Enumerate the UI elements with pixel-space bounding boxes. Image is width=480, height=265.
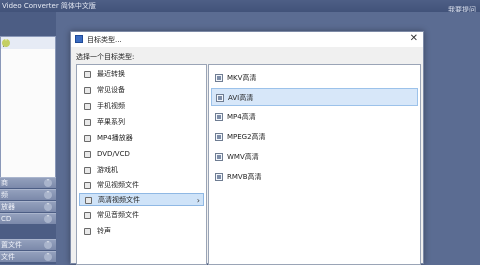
- format-item[interactable]: WMV高清: [211, 148, 418, 166]
- category-item[interactable]: 手机视频: [79, 100, 204, 113]
- video-format-icon: [215, 74, 223, 82]
- dialog-title-bar: 目标类型... ✕: [71, 32, 423, 47]
- video-format-icon: [215, 153, 223, 161]
- format-item-selected[interactable]: AVI高清: [211, 88, 418, 106]
- format-item[interactable]: RMVB高清: [211, 168, 418, 186]
- chevron-down-icon: ˅: [44, 191, 52, 199]
- sidebar-group[interactable]: 放器 ˅: [0, 201, 56, 212]
- video-format-icon: [215, 173, 223, 181]
- category-list[interactable]: 最近转换 常见设备 手机视频 苹果系列 MP4播放器 DVD/VCD 游戏机 常…: [76, 64, 207, 265]
- category-item[interactable]: 常见设备: [79, 84, 204, 97]
- format-item[interactable]: MP4高清: [211, 108, 418, 126]
- app-background-strip: [420, 12, 480, 264]
- chevron-down-icon: ˅: [44, 203, 52, 211]
- device-icon: [84, 87, 91, 94]
- close-icon[interactable]: ✕: [410, 33, 418, 45]
- hd-video-icon: [85, 197, 92, 204]
- chevron-down-icon: ˅: [44, 241, 52, 249]
- category-item[interactable]: 常见音频文件: [79, 209, 204, 222]
- ringtone-icon: [84, 228, 91, 235]
- chevron-down-icon[interactable]: ˅: [2, 39, 10, 47]
- sidebar-group[interactable]: 频 ˅: [0, 189, 56, 200]
- category-item[interactable]: DVD/VCD: [79, 148, 204, 161]
- video-format-icon: [216, 94, 224, 102]
- chevron-down-icon: ˅: [44, 253, 52, 261]
- video-format-icon: [215, 133, 223, 141]
- sidebar-first-item[interactable]: 件 ˅: [1, 37, 55, 49]
- sidebar-group[interactable]: 商 ˅: [0, 177, 56, 188]
- app-title: Video Converter 简体中文版: [2, 2, 96, 10]
- category-item[interactable]: 铃声: [79, 225, 204, 238]
- apple-icon: [84, 119, 91, 126]
- video-file-icon: [84, 182, 91, 189]
- sidebar-group[interactable]: 文件 ˅: [0, 251, 56, 262]
- audio-file-icon: [84, 212, 91, 219]
- category-item[interactable]: 苹果系列: [79, 116, 204, 129]
- recent-icon: [84, 71, 91, 78]
- sidebar-panel: 件 ˅: [0, 36, 56, 182]
- app-title-bar: Video Converter 简体中文版 我要提问: [0, 0, 480, 14]
- mp4-player-icon: [84, 135, 91, 142]
- app-icon: [75, 35, 83, 43]
- dialog-prompt: 选择一个目标类型:: [76, 53, 135, 61]
- category-item[interactable]: MP4播放器: [79, 132, 204, 145]
- chevron-down-icon: ˅: [44, 215, 52, 223]
- phone-icon: [84, 103, 91, 110]
- chevron-down-icon: ˅: [44, 179, 52, 187]
- format-item[interactable]: MKV高清: [211, 69, 418, 87]
- sidebar-group[interactable]: 置文件 ˅: [0, 239, 56, 250]
- category-item[interactable]: 常见视频文件: [79, 179, 204, 192]
- chevron-right-icon: ›: [196, 196, 200, 205]
- format-list[interactable]: MKV高清 AVI高清 MP4高清 MPEG2高清 WMV高清 RMVB高清: [208, 64, 421, 265]
- sidebar-group[interactable]: CD ˅: [0, 213, 56, 224]
- app-sidebar: 件 ˅ 商˅ 频˅ 放器˅ CD˅ 置文件˅ 文件˅: [0, 12, 56, 264]
- video-format-icon: [215, 113, 223, 121]
- gamepad-icon: [84, 167, 91, 174]
- dialog-title: 目标类型...: [87, 36, 122, 44]
- category-item[interactable]: 最近转换: [79, 68, 204, 81]
- category-item-selected[interactable]: 高清视频文件 ›: [79, 193, 204, 206]
- format-item[interactable]: MPEG2高清: [211, 128, 418, 146]
- disc-icon: [84, 151, 91, 158]
- target-type-dialog: 目标类型... ✕ 选择一个目标类型: 最近转换 常见设备 手机视频 苹果系列 …: [70, 31, 424, 265]
- category-item[interactable]: 游戏机: [79, 164, 204, 177]
